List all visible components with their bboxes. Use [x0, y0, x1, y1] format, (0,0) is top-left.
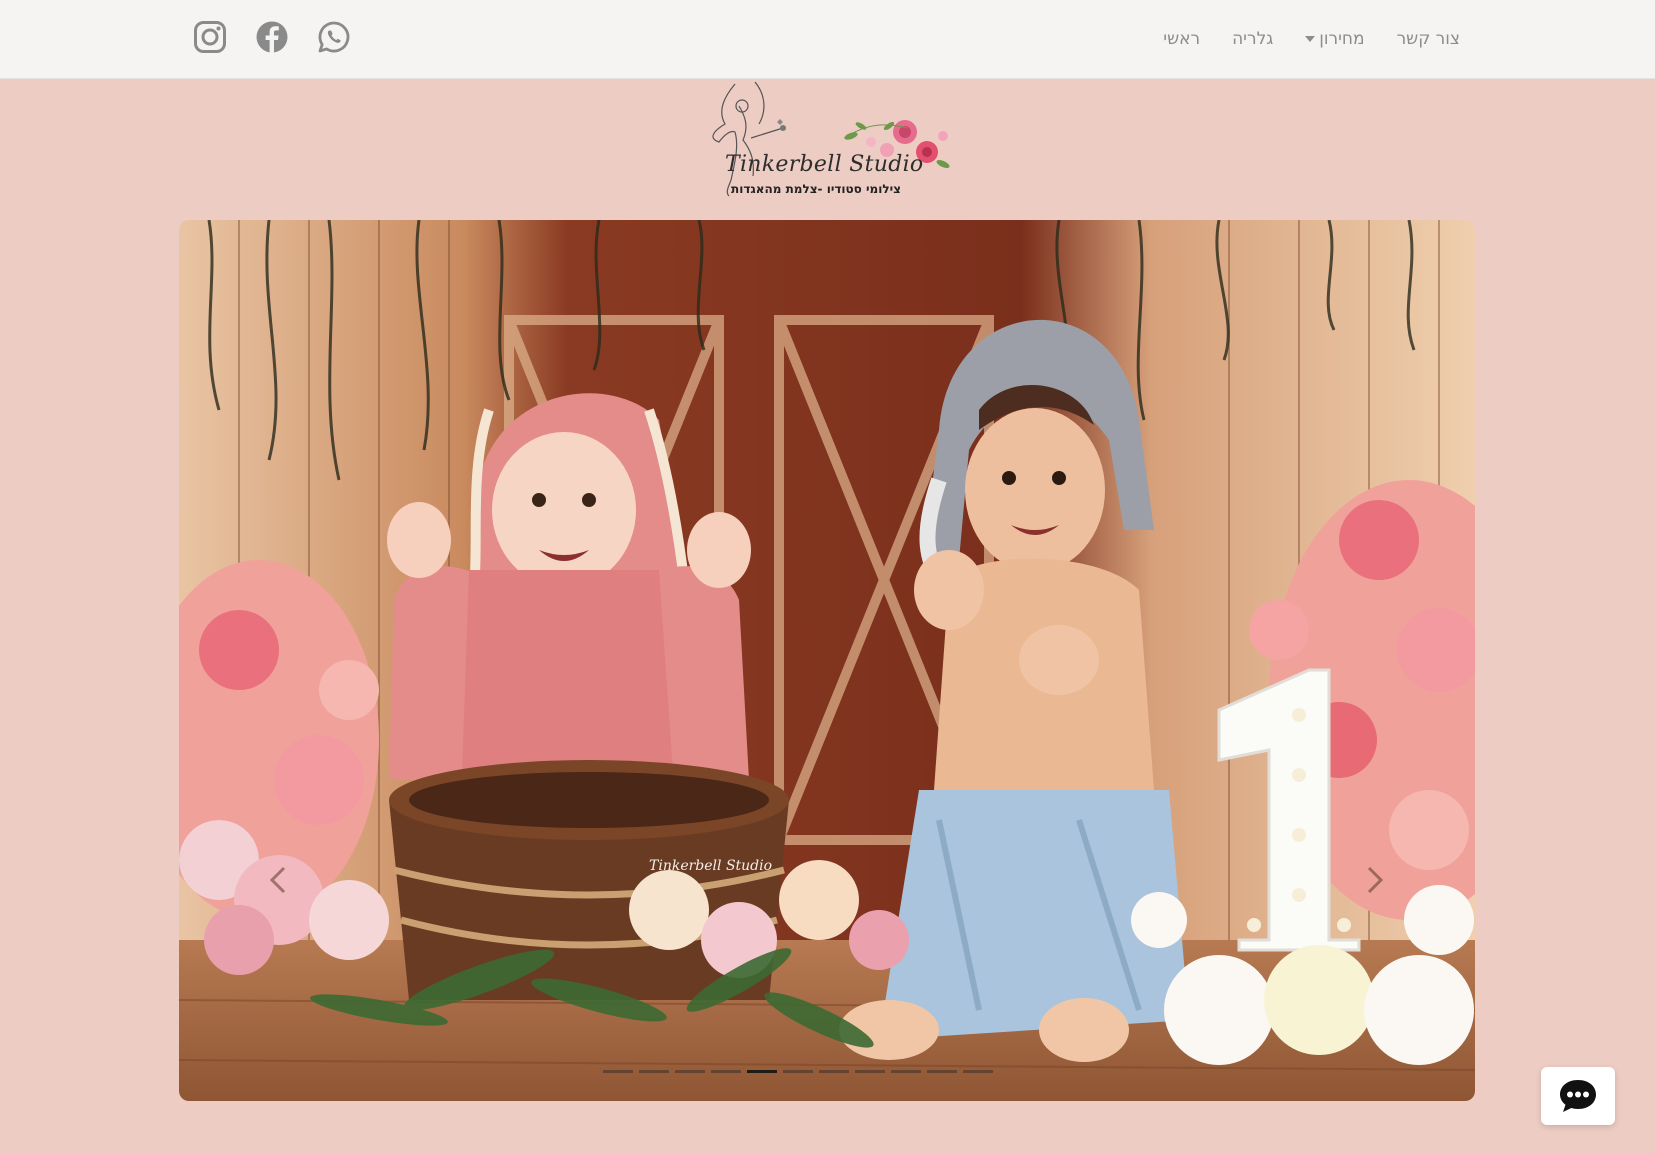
chat-widget-button[interactable] [1541, 1067, 1615, 1125]
carousel-prev-arrow[interactable] [264, 860, 294, 900]
logo-subtitle: צילומי סטודיו -צלמת מהאגדות [731, 182, 901, 196]
facebook-icon[interactable] [255, 20, 289, 54]
top-navbar: ראשי גלריה מחירון צור קשר [0, 0, 1655, 79]
whatsapp-icon[interactable] [317, 20, 351, 54]
carousel-indicator[interactable] [783, 1070, 813, 1073]
carousel-indicator[interactable] [675, 1070, 705, 1073]
nav-item-home[interactable]: ראשי [1163, 29, 1200, 49]
carousel-indicator[interactable] [603, 1070, 633, 1073]
nav-item-contact[interactable]: צור קשר [1397, 29, 1460, 49]
carousel-indicators [603, 1070, 993, 1073]
social-links [193, 20, 351, 54]
chevron-down-icon [1305, 36, 1316, 42]
hero-carousel[interactable]: Tinkerbell Studio [179, 220, 1475, 1101]
carousel-indicator[interactable] [711, 1070, 741, 1073]
chat-bubble-icon [1560, 1080, 1596, 1112]
carousel-indicator[interactable] [855, 1070, 885, 1073]
main-menu: ראשי גלריה מחירון צור קשר [1163, 0, 1460, 78]
carousel-indicator-active[interactable] [747, 1070, 777, 1073]
nav-item-pricing-label: מחירון [1319, 29, 1365, 49]
carousel-indicator[interactable] [927, 1070, 957, 1073]
nav-item-gallery-label: גלריה [1232, 29, 1274, 49]
carousel-indicator[interactable] [819, 1070, 849, 1073]
carousel-indicator[interactable] [891, 1070, 921, 1073]
carousel-indicator[interactable] [963, 1070, 993, 1073]
nav-item-contact-label: צור קשר [1396, 29, 1460, 49]
carousel-next-arrow[interactable] [1359, 860, 1389, 900]
hero-photo: Tinkerbell Studio [179, 220, 1475, 1101]
nav-item-pricing-dropdown[interactable]: מחירון [1305, 29, 1365, 49]
nav-item-gallery[interactable]: גלריה [1232, 29, 1273, 49]
studio-logo[interactable]: Tinkerbell Studio צילומי סטודיו -צלמת מה… [695, 76, 957, 202]
logo-title: Tinkerbell Studio [725, 152, 924, 177]
instagram-icon[interactable] [193, 20, 227, 54]
carousel-indicator[interactable] [639, 1070, 669, 1073]
nav-item-home-label: ראשי [1163, 29, 1201, 49]
